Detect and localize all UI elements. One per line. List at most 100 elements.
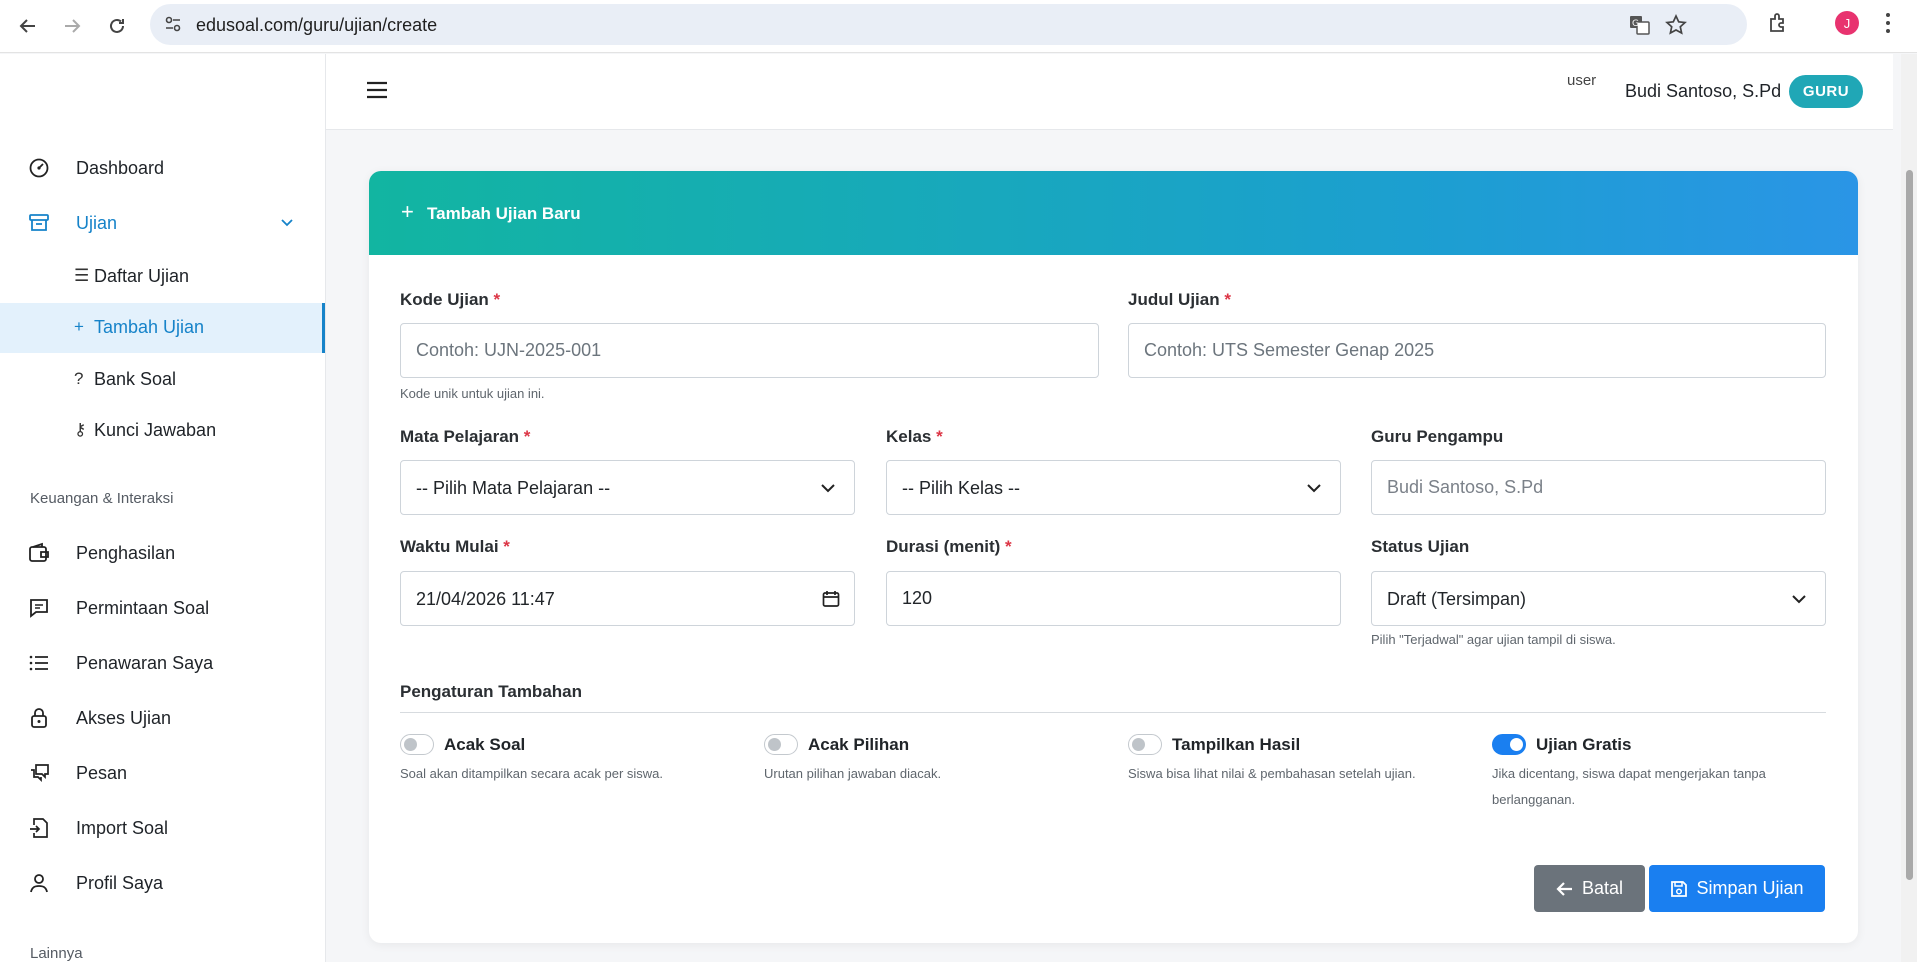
sidebar: Dashboard Ujian ☰ Daftar Ujian + Tambah … [0,54,326,962]
sidebar-item-pesan[interactable]: Pesan [0,748,325,798]
sidebar-item-permintaan-soal[interactable]: Permintaan Soal [0,583,325,633]
scrollbar-thumb[interactable] [1906,170,1913,880]
back-button[interactable] [13,11,43,41]
sidebar-item-penghasilan[interactable]: Penghasilan [0,528,325,578]
wallet-icon [28,542,50,564]
list-icon: ☰ [74,266,90,285]
sidebar-item-import-soal[interactable]: Import Soal [0,803,325,853]
forward-button[interactable] [57,11,87,41]
form-card: + Tambah Ujian Baru Kode Ujian * Kode un… [369,171,1858,943]
chevron-down-icon [820,481,836,500]
arrow-left-icon [1556,881,1572,896]
archive-icon [28,212,50,234]
kode-ujian-help: Kode unik untuk ujian ini. [400,386,545,401]
toggle-ujian-gratis-label: Ujian Gratis [1536,735,1632,754]
toggle-acak-soal-help: Soal akan ditampilkan secara acak per si… [400,766,664,781]
arrow-right-icon [65,19,81,33]
mata-pelajaran-value: -- Pilih Mata Pelajaran -- [416,478,611,498]
sidebar-item-ujian[interactable]: Ujian [0,198,325,248]
reload-icon [110,18,124,33]
profile-avatar[interactable]: J [1835,11,1859,35]
chevron-down-icon [1791,592,1807,611]
status-ujian-help: Pilih "Terjadwal" agar ujian tampil di s… [1371,632,1616,647]
chevron-down-icon [280,215,294,234]
sidebar-item-label: Dashboard [76,157,165,178]
judul-ujian-input[interactable] [1128,323,1826,378]
sidebar-subitem-label: Tambah Ujian [94,317,205,337]
sidebar-subitem-bank-soal[interactable]: ? Bank Soal [0,355,325,405]
save-button[interactable]: Simpan Ujian [1649,865,1825,912]
reload-button[interactable] [102,11,132,41]
sidebar-item-label: Pesan [76,762,128,783]
chat-icon [28,597,50,619]
key-icon: ⚷ [74,420,87,439]
sidebar-item-profil-saya[interactable]: Profil Saya [0,858,325,908]
toggle-ujian-gratis-help: Jika dicentang, siswa dapat mengerjakan … [1492,766,1766,807]
bookmark-star-icon[interactable] [1665,13,1687,41]
mata-pelajaran-label: Mata Pelajaran * [400,427,531,446]
sidebar-item-label: Akses Ujian [76,707,172,728]
toggle-acak-soal-label: Acak Soal [444,735,526,754]
address-bar[interactable]: edusoal.com/guru/ujian/create G [150,4,1747,45]
extensions-icon[interactable] [1766,11,1790,40]
site-settings-icon[interactable] [164,15,182,38]
user-name[interactable]: Budi Santoso, S.Pd [1625,81,1781,102]
save-button-label: Simpan Ujian [1696,878,1804,898]
mata-pelajaran-select[interactable]: -- Pilih Mata Pelajaran -- [400,460,855,515]
durasi-label: Durasi (menit) * [886,537,1012,556]
durasi-input[interactable] [886,571,1341,626]
guru-pengampu-field [1371,460,1826,515]
arrow-left-icon [19,19,35,33]
kode-ujian-input[interactable] [400,323,1099,378]
sidebar-subitem-tambah-ujian[interactable]: + Tambah Ujian [0,303,325,353]
sidebar-item-label: Ujian [76,212,118,233]
sidebar-item-label: Penawaran Saya [76,652,214,673]
sidebar-item-label: Permintaan Soal [76,597,210,618]
toggle-tampilkan-hasil-help: Siswa bisa lihat nilai & pembahasan sete… [1128,766,1416,781]
chevron-down-icon [1306,481,1322,500]
file-import-icon [28,817,50,839]
sidebar-subitem-label: Daftar Ujian [94,266,190,286]
status-ujian-value: Draft (Tersimpan) [1387,589,1527,609]
save-icon [1671,880,1688,897]
kelas-label: Kelas * [886,427,943,446]
toggle-acak-pilihan-label: Acak Pilihan [808,735,910,754]
cancel-button[interactable]: Batal [1534,865,1645,912]
topbar: user Budi Santoso, S.Pd GURU [326,54,1893,130]
card-title: Tambah Ujian Baru [427,204,581,223]
card-header: + Tambah Ujian Baru [369,171,1858,255]
messages-icon [28,762,50,784]
section-label-finance: Keuangan & Interaksi [30,490,174,507]
lock-icon [28,707,50,729]
sidebar-item-penawaran-saya[interactable]: Penawaran Saya [0,638,325,688]
section-label-other: Lainnya [30,945,83,962]
hamburger-menu-icon[interactable] [366,81,388,104]
kode-ujian-label: Kode Ujian * [400,290,501,309]
section-title: Pengaturan Tambahan [400,682,582,701]
sidebar-item-label: Import Soal [76,817,169,838]
waktu-mulai-input[interactable]: 21/04/2026 11:47 [400,571,855,626]
translate-icon[interactable]: G [1629,15,1651,40]
calendar-icon[interactable] [822,590,840,613]
sidebar-subitem-kunci-jawaban[interactable]: ⚷ Kunci Jawaban [0,406,325,456]
sidebar-subitem-daftar-ujian[interactable]: ☰ Daftar Ujian [0,252,325,302]
toggle-ujian-gratis[interactable] [1492,734,1526,755]
toggle-acak-soal[interactable] [400,734,434,755]
guru-pengampu-label: Guru Pengampu [1371,427,1504,446]
person-icon [28,872,50,894]
browser-menu-icon[interactable] [1885,11,1891,40]
avatar[interactable]: user [1567,72,1613,102]
svg-text:G: G [1632,19,1639,29]
sidebar-item-akses-ujian[interactable]: Akses Ujian [0,693,325,743]
status-ujian-select[interactable]: Draft (Tersimpan) [1371,571,1826,626]
plus-icon: + [401,199,414,224]
divider [400,712,1826,713]
toggle-tampilkan-hasil[interactable] [1128,734,1162,755]
sidebar-subitem-label: Bank Soal [94,369,177,389]
toggle-acak-pilihan[interactable] [764,734,798,755]
sidebar-item-dashboard[interactable]: Dashboard [0,143,325,193]
question-icon: ? [74,369,84,388]
toggle-tampilkan-hasil-label: Tampilkan Hasil [1172,735,1301,754]
kelas-select[interactable]: -- Pilih Kelas -- [886,460,1341,515]
sidebar-subitem-label: Kunci Jawaban [94,420,217,440]
